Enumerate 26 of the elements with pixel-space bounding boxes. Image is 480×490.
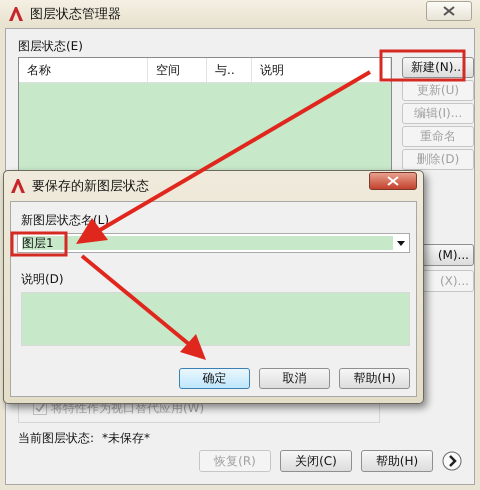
close-icon <box>387 176 399 186</box>
button[interactable]: 关闭(C) <box>280 450 352 472</box>
expand-icon[interactable] <box>442 451 462 471</box>
column-header[interactable]: 说明 <box>252 58 391 82</box>
description-label: 说明(D) <box>21 271 65 288</box>
dialog-title: 要保存的新图层状态 <box>32 178 149 195</box>
logo-icon <box>10 178 26 194</box>
close-button[interactable] <box>369 172 417 190</box>
button[interactable]: 确定 <box>179 368 250 389</box>
current-state-label: 当前图层状态: <box>18 430 94 446</box>
column-header[interactable]: 空间 <box>148 58 207 82</box>
button[interactable]: 新建(N)... <box>402 57 474 78</box>
close-button[interactable] <box>426 1 472 21</box>
list-label: 图层状态(E) <box>18 38 84 54</box>
button[interactable]: 帮助(H) <box>339 368 410 389</box>
button[interactable]: 帮助(H) <box>361 450 433 472</box>
column-header[interactable]: 与.. <box>207 58 252 82</box>
current-state-value: *未保存* <box>102 430 150 446</box>
logo-icon <box>8 6 24 22</box>
window-title: 图层状态管理器 <box>30 6 121 23</box>
highlight-frame <box>10 232 68 256</box>
column-header[interactable]: 名称 <box>19 58 148 82</box>
button[interactable]: 取消 <box>259 368 330 389</box>
close-icon <box>443 6 455 16</box>
name-combo-box[interactable]: 图层1 <box>17 233 410 253</box>
description-field[interactable] <box>21 292 410 346</box>
